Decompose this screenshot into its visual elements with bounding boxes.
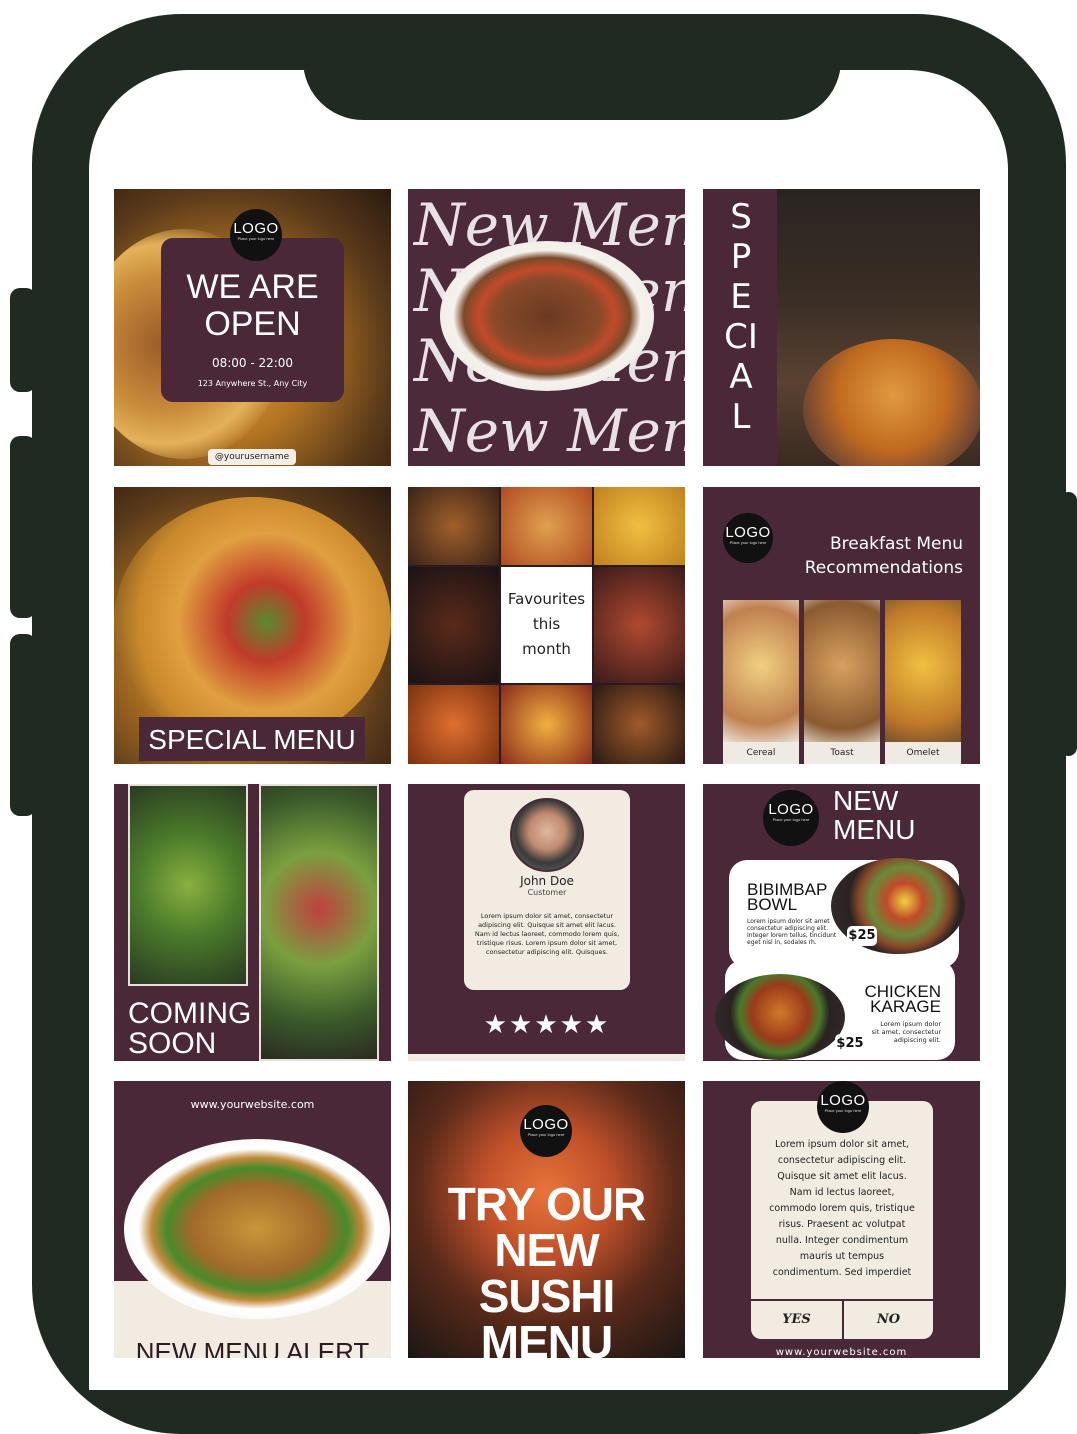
customer-name: John Doe bbox=[520, 874, 574, 888]
post-sushi[interactable]: LOGO Place your logo here TRY OUR NEW SU… bbox=[408, 1081, 685, 1358]
poll-yes-button[interactable]: YES bbox=[751, 1301, 842, 1339]
logo-badge: LOGO Place your logo here bbox=[520, 1105, 572, 1157]
omelet-card: Omelet bbox=[885, 600, 961, 764]
item-1-desc: Lorem ipsum dolor sit amet consectetur a… bbox=[747, 918, 837, 946]
sweet-fries-image bbox=[408, 685, 499, 764]
cereal-label: Cereal bbox=[723, 742, 799, 764]
sushi-headline: TRY OUR NEW SUSHI MENU bbox=[447, 1178, 646, 1358]
item-1-name: BIBIMBAP BOWL bbox=[747, 880, 828, 914]
poll-text: Lorem ipsum dolor sit amet, consectetur … bbox=[769, 1139, 915, 1278]
salad-image-right bbox=[259, 784, 379, 1061]
address: 123 Anywhere St., Any City bbox=[197, 379, 308, 388]
script-row-4: New Menu bbox=[414, 397, 685, 465]
bottom-strip bbox=[408, 1054, 685, 1061]
post-new-menu-script[interactable]: New Menu New Menu New Menu New Menu bbox=[408, 189, 685, 466]
karage-image bbox=[715, 974, 845, 1060]
logo-badge: LOGO Place your logo here bbox=[723, 513, 773, 563]
burger-image bbox=[408, 487, 499, 565]
noodle-plate-image bbox=[440, 241, 654, 391]
website-url: www.yourwebsite.com bbox=[190, 1098, 315, 1111]
favourites-line-2: this bbox=[532, 615, 561, 633]
toast-card: Toast bbox=[804, 600, 880, 764]
logo-badge: LOGO Place your logo here bbox=[230, 209, 282, 261]
salad-image-left bbox=[128, 784, 248, 986]
post-poll[interactable]: LOGO Place your logo here Lorem ipsum do… bbox=[703, 1081, 980, 1358]
item-2-name: CHICKEN KARAGE bbox=[864, 982, 941, 1016]
post-special-vertical[interactable]: SPECIAL bbox=[703, 189, 980, 466]
rating-stars: ★★★★★ bbox=[483, 1010, 611, 1040]
post-coming-soon[interactable]: COMING SOON bbox=[114, 784, 391, 1061]
item-1-price: $25 bbox=[847, 926, 877, 946]
customer-role: Customer bbox=[527, 888, 567, 897]
cereal-card: Cereal bbox=[723, 600, 799, 764]
phone-side-button-2 bbox=[10, 436, 36, 618]
phone-power-button bbox=[1060, 492, 1077, 756]
website-url: www.yourwebsite.com bbox=[775, 1347, 908, 1358]
post-breakfast[interactable]: LOGO Place your logo here Breakfast Menu… bbox=[703, 487, 980, 764]
breakfast-title: Breakfast Menu Recommendations bbox=[804, 534, 963, 578]
new-menu-title: NEW MENU bbox=[833, 785, 916, 845]
logo-badge: LOGO Place your logo here bbox=[763, 790, 819, 846]
testimonial-text: Lorem ipsum dolor sit amet, consectetur … bbox=[474, 912, 620, 956]
favourites-line-3: month bbox=[522, 640, 571, 658]
favourites-line-1: Favourites bbox=[507, 590, 586, 608]
special-vertical-text: SPECIAL bbox=[724, 197, 758, 437]
item-2-desc: Lorem ipsum dolor sit amet, consectetur … bbox=[871, 1020, 941, 1044]
phone-side-button-1 bbox=[10, 288, 36, 392]
pizza-image bbox=[501, 487, 592, 565]
fries-image bbox=[594, 487, 685, 565]
pizza-slice-image bbox=[501, 685, 592, 764]
burger-2-image bbox=[594, 685, 685, 764]
logo-badge: LOGO Place your logo here bbox=[817, 1081, 869, 1133]
post-we-are-open[interactable]: LOGO Place your logo here WE ARE OPEN 08… bbox=[114, 189, 391, 466]
noodle-bowl-image bbox=[124, 1139, 390, 1319]
opening-hours: 08:00 - 22:00 bbox=[211, 356, 294, 370]
alert-title: NEW MENU ALERT bbox=[135, 1337, 370, 1358]
taco-closeup-image bbox=[114, 497, 391, 747]
special-menu-banner: SPECIAL MENU bbox=[139, 717, 365, 761]
post-testimonial[interactable]: John Doe Customer Lorem ipsum dolor sit … bbox=[408, 784, 685, 1061]
favourites-card: Favourites this month bbox=[501, 567, 592, 683]
post-new-menu-items[interactable]: LOGO Place your logo here NEW MENU BIBIM… bbox=[703, 784, 980, 1061]
phone-notch bbox=[303, 50, 841, 120]
omelet-label: Omelet bbox=[885, 742, 961, 764]
username-tag: @yourusername bbox=[208, 449, 296, 465]
coming-soon-title: COMING SOON bbox=[128, 997, 252, 1060]
toast-label: Toast bbox=[804, 742, 880, 764]
open-title: WE ARE OPEN bbox=[186, 268, 319, 343]
avatar bbox=[510, 798, 584, 872]
poll-no-button[interactable]: NO bbox=[844, 1301, 933, 1339]
cola-image bbox=[408, 567, 499, 683]
fried-shrimp-image bbox=[803, 339, 980, 466]
post-favourites[interactable]: Favourites this month bbox=[408, 487, 685, 764]
drink-image bbox=[594, 567, 685, 683]
item-2-price: $25 bbox=[835, 1034, 865, 1054]
phone-side-button-3 bbox=[10, 634, 36, 816]
post-special-menu[interactable]: SPECIAL MENU bbox=[114, 487, 391, 764]
post-new-menu-alert[interactable]: www.yourwebsite.com NEW MENU ALERT bbox=[114, 1081, 391, 1358]
